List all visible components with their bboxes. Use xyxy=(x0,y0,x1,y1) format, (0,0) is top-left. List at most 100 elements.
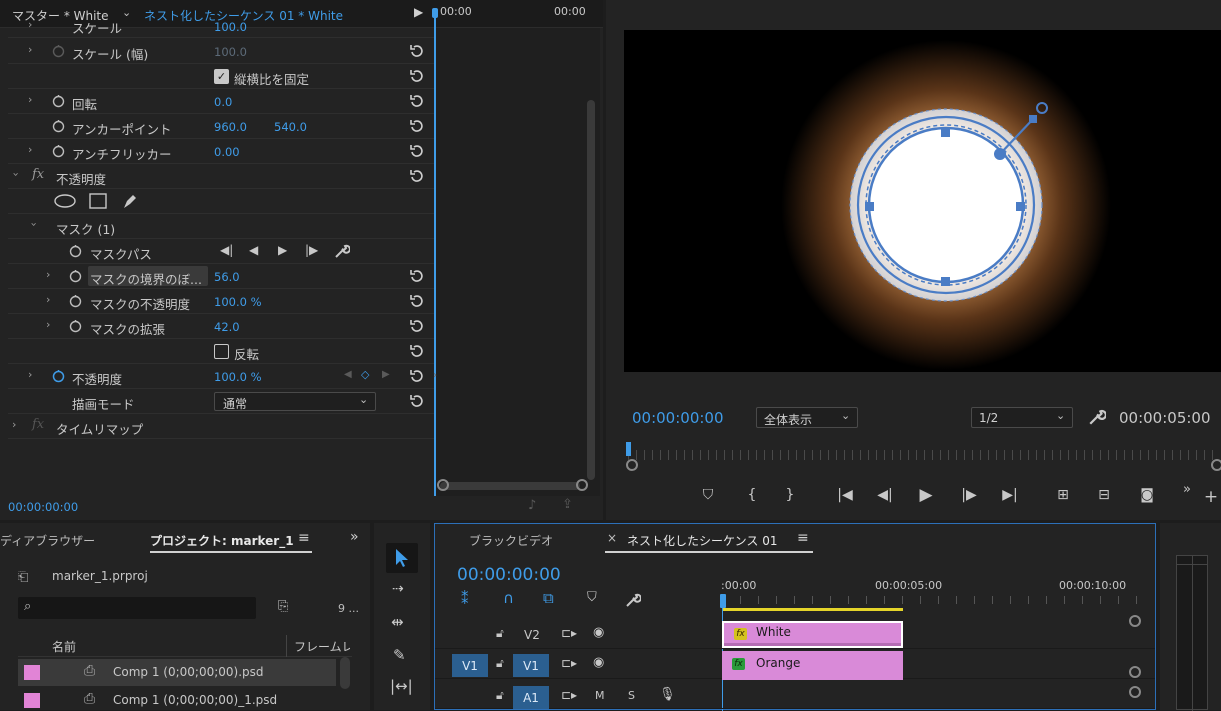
track-backward-icon[interactable]: ◀ xyxy=(249,243,258,257)
next-keyframe-icon[interactable]: ▶ xyxy=(382,369,390,380)
black-video-tab[interactable]: ブラックビデオ xyxy=(469,532,553,549)
button-editor-icon[interactable]: + xyxy=(1200,486,1221,508)
project-search-input[interactable]: ⌕ xyxy=(18,597,256,619)
expand-chevron-icon[interactable]: › xyxy=(28,43,32,56)
sync-lock-icon[interactable]: ⊏▸ xyxy=(561,688,577,702)
step-forward-icon[interactable]: |▶ xyxy=(958,484,980,506)
mask-opacity-value[interactable]: 100.0 % xyxy=(214,295,262,309)
expand-chevron-icon[interactable]: › xyxy=(28,18,32,31)
pen-mask-icon[interactable] xyxy=(121,192,139,210)
export-frame-icon[interactable]: ◙ xyxy=(1136,484,1158,506)
expand-chevron-icon[interactable]: › xyxy=(12,418,16,431)
previous-keyframe-icon[interactable]: ◀ xyxy=(344,369,352,380)
microphone-icon[interactable]: 🎙︎ xyxy=(659,687,676,702)
reset-icon[interactable] xyxy=(408,168,424,184)
lock-icon[interactable]: 🔓︎ xyxy=(496,656,504,671)
play-only-audio-icon[interactable]: ▶ xyxy=(414,5,423,19)
reset-icon[interactable] xyxy=(408,93,424,109)
zoom-handle-right[interactable] xyxy=(1211,459,1221,471)
mark-in-icon[interactable]: { xyxy=(741,484,763,506)
label-color-swatch[interactable] xyxy=(24,693,40,708)
play-audio-icon[interactable]: ♪ xyxy=(528,498,536,513)
scroll-handle-right[interactable] xyxy=(576,479,588,491)
eye-icon[interactable]: ◉ xyxy=(593,655,604,670)
reset-icon[interactable] xyxy=(408,293,424,309)
panel-menu-icon[interactable]: ≡ xyxy=(298,530,310,546)
stopwatch-icon[interactable] xyxy=(68,243,83,258)
source-patch-v1[interactable]: V1 xyxy=(452,654,488,677)
slip-icon[interactable]: |↔| xyxy=(390,677,413,695)
track-select-icon[interactable]: ⇢ xyxy=(392,581,404,597)
expand-chevron-icon[interactable]: › xyxy=(46,318,50,331)
expand-chevron-icon[interactable]: › xyxy=(28,368,32,381)
scale-value[interactable]: 100.0 xyxy=(214,20,247,34)
wrench-icon[interactable] xyxy=(334,243,350,259)
reset-icon[interactable] xyxy=(408,368,424,384)
lock-icon[interactable]: 🔓︎ xyxy=(496,688,504,703)
collapse-chevron-icon[interactable]: › xyxy=(28,222,41,226)
reset-icon[interactable] xyxy=(408,318,424,334)
razor-icon[interactable]: ✎ xyxy=(393,646,406,664)
lock-icon[interactable]: 🔓︎ xyxy=(496,626,504,641)
add-marker-icon[interactable]: ⛉ xyxy=(697,484,719,506)
media-browser-tab[interactable]: ディアブラウザー xyxy=(0,532,95,549)
ec-horizontal-scrollbar[interactable] xyxy=(440,482,580,490)
step-back-icon[interactable]: ◀| xyxy=(874,484,896,506)
expand-chevron-icon[interactable]: › xyxy=(28,93,32,106)
effect-controls-timeline[interactable] xyxy=(434,28,600,496)
anchor-x-value[interactable]: 960.0 xyxy=(214,120,247,134)
inverted-checkbox[interactable] xyxy=(214,344,229,359)
add-keyframe-icon[interactable]: ◇ xyxy=(361,368,369,381)
reset-icon[interactable] xyxy=(408,393,424,409)
expand-chevron-icon[interactable]: › xyxy=(46,293,50,306)
play-icon[interactable]: ▶ xyxy=(915,484,937,506)
rectangle-mask-icon[interactable] xyxy=(89,193,107,209)
timeline-timecode[interactable]: 00:00:00:00 xyxy=(457,565,561,585)
solo-button[interactable]: S xyxy=(628,689,635,702)
uniform-scale-checkbox[interactable]: ✓ xyxy=(214,69,229,84)
track-backward-one-icon[interactable]: ◀| xyxy=(220,243,233,257)
new-bin-from-search-icon[interactable]: ⎘ xyxy=(278,599,288,614)
program-playhead[interactable] xyxy=(626,442,631,456)
settings-wrench-icon[interactable] xyxy=(1088,408,1106,426)
stopwatch-icon[interactable] xyxy=(68,268,83,283)
stopwatch-icon[interactable] xyxy=(68,318,83,333)
column-name[interactable]: 名前 xyxy=(52,638,76,655)
label-color-swatch[interactable] xyxy=(24,665,40,680)
sync-lock-icon[interactable]: ⊏▸ xyxy=(561,656,577,670)
reset-icon[interactable] xyxy=(408,268,424,284)
project-list-item[interactable]: ⎙ Comp 1 (0;00;00;00).psd xyxy=(18,659,336,686)
stopwatch-icon[interactable] xyxy=(51,118,66,133)
stopwatch-active-icon[interactable] xyxy=(51,368,66,383)
stopwatch-icon[interactable] xyxy=(51,143,66,158)
project-tab[interactable]: プロジェクト: marker_1 xyxy=(150,532,294,549)
expand-chevron-icon[interactable]: › xyxy=(46,268,50,281)
column-framerate[interactable]: フレームレ xyxy=(294,638,350,655)
track-zoom-handle[interactable] xyxy=(1129,615,1141,627)
ec-playhead[interactable] xyxy=(434,12,436,496)
scroll-handle-left[interactable] xyxy=(437,479,449,491)
close-icon[interactable]: × xyxy=(607,531,617,545)
export-frame-icon[interactable]: ⇪ xyxy=(562,497,573,512)
timeline-settings-wrench-icon[interactable] xyxy=(625,592,641,608)
stopwatch-icon[interactable] xyxy=(68,293,83,308)
stopwatch-icon[interactable] xyxy=(51,93,66,108)
eye-icon[interactable]: ◉ xyxy=(593,625,604,640)
more-panels-icon[interactable]: » xyxy=(350,529,359,545)
opacity-value[interactable]: 100.0 % xyxy=(214,370,262,384)
snap-icon[interactable]: ∩ xyxy=(503,589,514,607)
nest-toggle-icon[interactable]: ⁑ xyxy=(461,590,469,608)
timeline-playhead-handle[interactable] xyxy=(720,594,726,608)
stopwatch-icon[interactable] xyxy=(51,43,66,58)
anchor-y-value[interactable]: 540.0 xyxy=(274,120,307,134)
reset-icon[interactable] xyxy=(408,343,424,359)
rotation-value[interactable]: 0.0 xyxy=(214,95,232,109)
ec-current-time[interactable]: 00:00:00:00 xyxy=(8,500,78,514)
mute-button[interactable]: M xyxy=(595,689,605,702)
antiflicker-value[interactable]: 0.00 xyxy=(214,145,240,159)
mask-feather-value[interactable]: 56.0 xyxy=(214,270,240,284)
ripple-edit-icon[interactable]: ⇹ xyxy=(391,613,404,631)
reset-icon[interactable] xyxy=(408,143,424,159)
track-forward-icon[interactable]: ▶ xyxy=(278,243,287,257)
selection-tool[interactable] xyxy=(386,543,418,573)
